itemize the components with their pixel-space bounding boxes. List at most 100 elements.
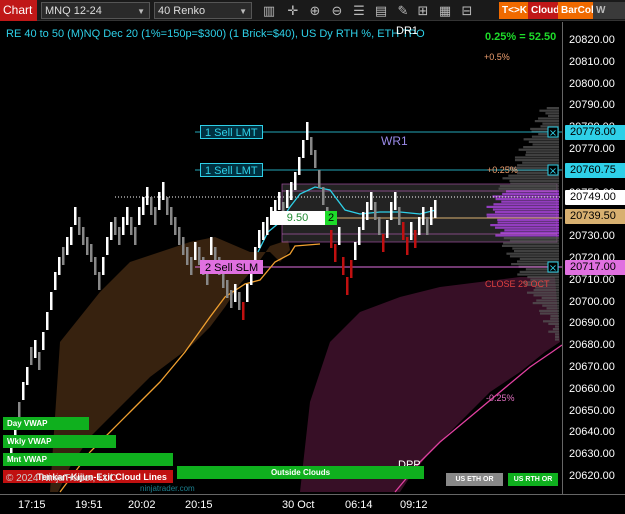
volume-profile-bar	[525, 151, 559, 154]
volume-profile-bar	[497, 218, 559, 221]
sell-lmt-order-1[interactable]: 1 Sell LMT	[200, 125, 263, 139]
renko-brick	[146, 187, 149, 205]
renko-brick	[302, 140, 305, 158]
price-tick: 20630.00	[569, 448, 615, 461]
renko-brick	[314, 150, 317, 168]
volume-profile-bar	[527, 276, 559, 279]
bar-chart-icon[interactable]: ▥	[262, 2, 276, 19]
time-tick: 09:12	[400, 499, 428, 511]
close-order-marker[interactable]: ×	[547, 261, 559, 274]
renko-brick	[86, 237, 89, 255]
price-tick: 20620.00	[569, 470, 615, 482]
renko-brick	[38, 352, 41, 370]
volume-profile-bar	[502, 177, 559, 180]
crosshair-icon[interactable]: ✛	[286, 2, 300, 19]
sell-lmt-order-2[interactable]: 1 Sell LMT	[200, 163, 263, 177]
renko-brick	[130, 217, 133, 235]
close-label: CLOSE 29 OCT	[485, 279, 550, 289]
barcol-toggle-button[interactable]: BarCol	[558, 2, 597, 19]
properties-icon[interactable]: ☰	[352, 2, 366, 19]
us-rth-or-tag: US RTH OR	[508, 473, 558, 486]
chart-tab-label[interactable]: Chart	[0, 0, 37, 21]
zoom-out-icon[interactable]: ⊖	[330, 2, 344, 19]
volume-profile-bar	[503, 237, 559, 240]
time-tick: 19:51	[75, 499, 103, 511]
volume-profile-bar	[519, 257, 559, 260]
indicator-icon[interactable]: ▦	[438, 2, 452, 19]
renko-brick	[102, 257, 105, 275]
renko-brick	[22, 382, 25, 400]
volume-profile-bar	[532, 302, 559, 305]
volume-profile-bar	[525, 153, 559, 156]
time-axis[interactable]: 17:15 19:51 20:02 20:15 30 Oct 06:14 09:12	[0, 494, 625, 514]
renko-brick	[350, 260, 353, 278]
renko-brick	[278, 192, 281, 210]
volume-profile-bar	[486, 213, 559, 216]
renko-brick	[166, 197, 169, 215]
template-icon[interactable]: ⊟	[460, 2, 474, 19]
day-vwap-tag: Day VWAP	[3, 417, 89, 430]
renko-brick	[382, 234, 385, 252]
renko-brick	[238, 292, 241, 310]
volume-profile-bar	[490, 224, 559, 227]
instrument-value: MNQ 12-24	[45, 5, 102, 17]
data-box-icon[interactable]: ▤	[374, 2, 388, 19]
bear-cloud	[300, 277, 560, 492]
volume-profile-bar	[497, 221, 559, 224]
position-avg-price[interactable]: 9.50	[270, 211, 325, 225]
renko-brick	[210, 237, 213, 255]
price-axis[interactable]: 20820.0020810.0020800.0020790.0020780.00…	[562, 22, 625, 494]
renko-brick	[46, 312, 49, 330]
renko-brick	[178, 227, 181, 245]
renko-brick	[262, 222, 265, 240]
renko-brick	[118, 227, 121, 245]
bar-type-selector[interactable]: 40 Renko ▼	[154, 2, 252, 19]
time-tick: 20:02	[128, 499, 156, 511]
instrument-selector[interactable]: MNQ 12-24 ▼	[41, 2, 150, 19]
volume-profile-bar	[504, 229, 559, 232]
volume-profile-bar	[539, 309, 559, 312]
position-quantity[interactable]: 2	[325, 211, 337, 225]
volume-profile-bar	[514, 156, 559, 159]
tk-toggle-button[interactable]: T<>K	[499, 2, 531, 19]
renko-brick	[386, 220, 389, 238]
price-tick: 20800.00	[569, 77, 615, 90]
time-tick: 17:15	[18, 499, 46, 511]
volume-profile-bar	[503, 242, 559, 245]
close-order-marker[interactable]: ×	[547, 126, 559, 139]
renko-brick	[142, 197, 145, 215]
zoom-in-icon[interactable]: ⊕	[308, 2, 322, 19]
renko-brick	[30, 347, 33, 365]
renko-brick	[402, 222, 405, 240]
volume-profile-bar	[533, 289, 559, 292]
volume-profile-bar	[534, 120, 559, 123]
volume-profile-bar	[546, 307, 559, 310]
volume-profile-bar	[493, 203, 559, 206]
sell-slm-order[interactable]: 2 Sell SLM	[200, 260, 264, 274]
renko-brick	[362, 212, 365, 230]
vwap-toggle-button[interactable]: W VWAP	[593, 2, 625, 33]
volume-profile-bar	[545, 112, 559, 115]
renko-brick	[378, 217, 381, 235]
volume-profile-bar	[510, 182, 559, 185]
volume-profile-bar	[552, 328, 559, 331]
wr1-label: WR1	[381, 134, 408, 148]
chart-plot-area[interactable]: × × × RE 40 to 50 (M)NQ Dec 20 (1%=150p=$3…	[0, 22, 562, 494]
renko-brick	[122, 217, 125, 235]
renko-brick	[234, 284, 237, 302]
renko-brick	[322, 187, 325, 205]
plus-half-pct-label: +0.5%	[484, 52, 510, 62]
volume-profile-bar	[501, 200, 559, 203]
volume-profile-bar	[548, 114, 559, 117]
drawing-tools-icon[interactable]: ✎	[396, 2, 410, 19]
renko-brick	[426, 217, 429, 235]
renko-brick	[246, 284, 249, 302]
volume-profile-bar	[541, 296, 559, 299]
renko-brick	[370, 192, 373, 210]
renko-brick	[290, 182, 293, 200]
volume-profile-bar	[494, 211, 559, 214]
close-order-marker[interactable]: ×	[547, 164, 559, 177]
renko-brick	[358, 227, 361, 245]
strategy-icon[interactable]: ⊞	[416, 2, 430, 19]
volume-profile-bar	[542, 122, 559, 125]
